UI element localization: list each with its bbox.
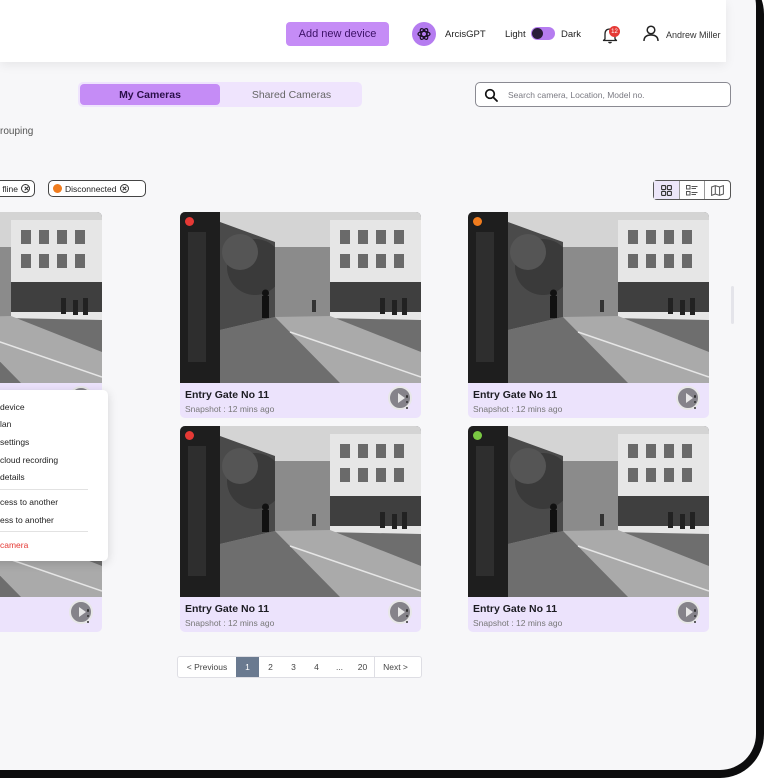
user-avatar-icon[interactable] [642, 24, 660, 42]
map-view-icon[interactable] [705, 181, 730, 199]
filter-chip-label: fline [2, 183, 18, 194]
card-more-menu-icon[interactable] [693, 609, 697, 623]
filter-chip-label: Disconnected [65, 183, 117, 194]
snapshot-time: Snapshot : 12 mins ago [473, 618, 563, 628]
menu-item-move-access[interactable]: cess to another [0, 497, 58, 507]
remove-filter-icon[interactable] [21, 184, 30, 193]
camera-snapshot[interactable] [180, 212, 421, 383]
camera-name: Entry Gate No 11 [473, 389, 558, 401]
camera-name: Entry Gate No 11 [185, 389, 270, 401]
status-dot-orange [53, 184, 62, 193]
menu-item-device[interactable]: device [0, 402, 25, 412]
device-frame: Add new device ArcisGPT Light Dark 12 An… [0, 0, 764, 778]
snapshot-time: Snapshot : 12 mins ago [185, 618, 275, 628]
camera-snapshot[interactable] [468, 212, 709, 383]
menu-item-cloud-recording[interactable]: cloud recording [0, 455, 58, 465]
snapshot-time: Snapshot : 12 mins ago [473, 404, 563, 414]
notification-count-badge: 12 [609, 26, 620, 37]
menu-divider [0, 489, 88, 490]
page-20-button[interactable]: 20 [351, 657, 374, 677]
snapshot-time: Snapshot : 12 mins ago [185, 404, 275, 414]
menu-divider [0, 531, 88, 532]
page-2-button[interactable]: 2 [259, 657, 282, 677]
menu-item-settings[interactable]: settings [0, 437, 29, 447]
page-ellipsis: ... [335, 662, 344, 672]
camera-name: Entry Gate No 11 [185, 603, 270, 615]
add-new-device-button[interactable]: Add new device [286, 22, 389, 46]
page-4-button[interactable]: 4 [305, 657, 328, 677]
camera-snapshot[interactable] [180, 426, 421, 597]
menu-item-details[interactable]: details [0, 472, 25, 482]
theme-light-label: Light [505, 29, 526, 40]
remove-filter-icon[interactable] [119, 184, 129, 193]
next-page-button[interactable]: Next > [374, 657, 416, 677]
camera-card[interactable]: Entry Gate No 11 Snapshot : 12 mins ago [180, 426, 421, 632]
top-header: Add new device ArcisGPT Light Dark 12 An… [0, 0, 726, 62]
pagination: < Previous 1 2 3 4 ... 20 Next > [177, 656, 422, 678]
menu-item-delete-camera[interactable]: camera [0, 540, 28, 550]
page-1-button[interactable]: 1 [236, 657, 259, 677]
camera-context-menu: device lan settings cloud recording deta… [0, 390, 108, 561]
camera-card[interactable]: Entry Gate No 11 Snapshot : 12 mins ago [468, 212, 709, 418]
camera-snapshot[interactable] [468, 426, 709, 597]
assistant-name[interactable]: ArcisGPT [445, 29, 486, 40]
camera-status-dot [473, 431, 482, 440]
scrollbar[interactable] [731, 286, 734, 324]
tab-shared-cameras[interactable]: Shared Cameras [223, 84, 360, 105]
view-switcher [653, 180, 731, 200]
filter-chip-offline[interactable]: fline [0, 180, 35, 197]
previous-page-button[interactable]: < Previous [178, 657, 236, 677]
camera-card[interactable]: Entry Gate No 11 Snapshot : 12 mins ago [180, 212, 421, 418]
search-input[interactable] [508, 87, 723, 103]
camera-status-dot [185, 217, 194, 226]
card-more-menu-icon[interactable] [405, 609, 409, 623]
card-more-menu-icon[interactable] [405, 395, 409, 409]
camera-card[interactable]: Entry Gate No 11 Snapshot : 12 mins ago [468, 426, 709, 632]
list-view-icon[interactable] [680, 181, 706, 199]
tab-my-cameras[interactable]: My Cameras [80, 84, 220, 105]
grid-view-icon[interactable] [654, 181, 680, 199]
grouping-label[interactable]: rouping [0, 126, 33, 137]
camera-status-dot [185, 431, 194, 440]
arcisgpt-logo-icon[interactable] [412, 22, 436, 46]
theme-dark-label: Dark [561, 29, 582, 40]
theme-toggle[interactable] [531, 27, 555, 40]
page-3-button[interactable]: 3 [282, 657, 305, 677]
search-icon [484, 88, 498, 102]
camera-tabs: My Cameras Shared Cameras [78, 82, 362, 107]
card-more-menu-icon[interactable] [693, 395, 697, 409]
camera-name: Entry Gate No 11 [473, 603, 558, 615]
theme-toggle-knob [532, 28, 543, 39]
camera-card[interactable] [0, 212, 102, 418]
menu-item-share-access[interactable]: ess to another [0, 515, 54, 525]
card-more-menu-icon[interactable] [86, 609, 90, 623]
camera-status-dot [473, 217, 482, 226]
search-box [475, 82, 731, 107]
camera-snapshot[interactable] [0, 212, 102, 383]
app-content: Add new device ArcisGPT Light Dark 12 An… [0, 0, 734, 740]
filter-chip-disconnected[interactable]: Disconnected [48, 180, 146, 197]
menu-item-plan[interactable]: lan [0, 419, 11, 429]
user-name[interactable]: Andrew Miller [666, 30, 721, 40]
app-screen: Add new device ArcisGPT Light Dark 12 An… [0, 0, 756, 770]
